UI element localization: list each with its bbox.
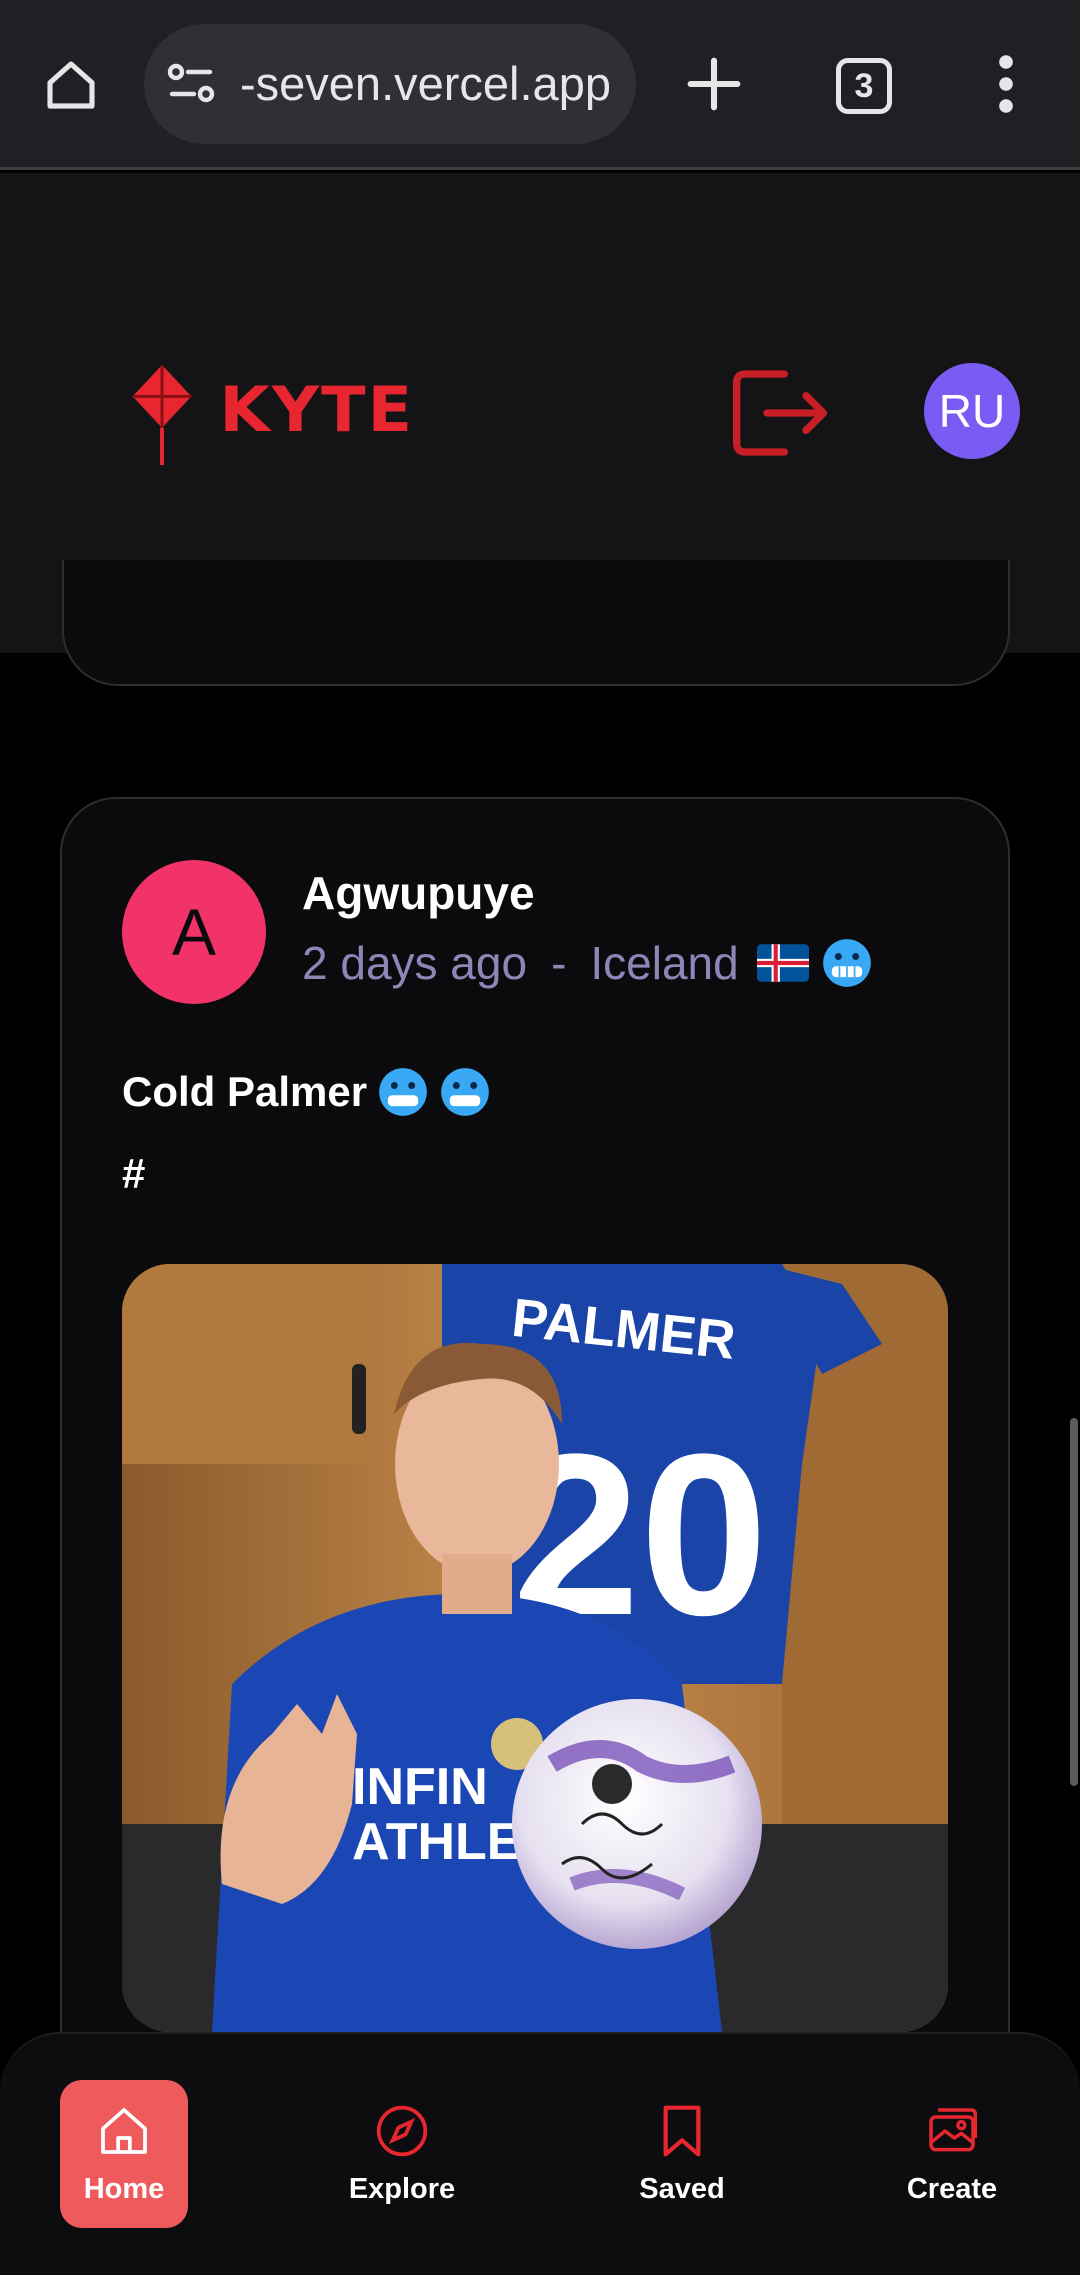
iceland-flag-icon (756, 944, 809, 982)
post-meta: 2 days ago - Iceland (302, 936, 873, 990)
cold-face-emoji-icon (379, 1068, 427, 1116)
nav-create[interactable]: Create (890, 2080, 1014, 2228)
nav-home-label: Home (83, 2172, 165, 2205)
post-photo: PALMER 20 INFIN ATHLE (122, 1264, 948, 2032)
post-hashtag[interactable]: # (122, 1150, 145, 1198)
previous-post-card (62, 560, 1010, 686)
cold-face-emoji-icon (441, 1068, 489, 1116)
browser-toolbar: -seven.vercel.app 3 (0, 0, 1080, 170)
new-tab-icon[interactable] (686, 56, 742, 112)
caption-text: Cold Palmer (122, 1068, 368, 1115)
nav-explore-label: Explore (348, 2172, 456, 2205)
url-text[interactable]: -seven.vercel.app (240, 52, 620, 116)
author-avatar[interactable]: A (122, 860, 266, 1004)
user-avatar[interactable]: RU (924, 363, 1020, 459)
address-bar[interactable]: -seven.vercel.app (144, 24, 636, 144)
logout-icon[interactable] (728, 361, 832, 465)
kite-logo-icon[interactable] (132, 365, 192, 467)
brand-name[interactable]: KYTE (219, 373, 414, 446)
post-time: 2 days ago (302, 937, 528, 989)
gallery-add-icon (929, 2107, 978, 2151)
meta-separator: - (551, 937, 567, 989)
home-icon (101, 2107, 147, 2154)
cold-face-emoji-icon (822, 939, 871, 987)
shirt-text-2: ATHLE (352, 1813, 521, 1871)
post-image[interactable]: PALMER 20 INFIN ATHLE (122, 1264, 948, 2032)
compass-icon (376, 2105, 428, 2156)
post-caption: Cold Palmer (122, 1066, 491, 1118)
post-location: Iceland (590, 937, 739, 989)
tab-count: 3 (854, 66, 874, 105)
more-options-icon[interactable] (996, 54, 1016, 114)
nav-home[interactable]: Home (60, 2080, 188, 2228)
nav-saved[interactable]: Saved (620, 2080, 744, 2228)
page-scrollbar[interactable] (1070, 1418, 1078, 1786)
nav-saved-label: Saved (639, 2172, 725, 2205)
browser-home-button[interactable] (38, 52, 104, 118)
home-icon (47, 61, 95, 109)
shirt-text-1: INFIN (352, 1758, 488, 1816)
site-settings-icon[interactable] (166, 60, 218, 108)
tab-switcher-button[interactable]: 3 (836, 58, 892, 114)
nav-explore[interactable]: Explore (340, 2080, 464, 2228)
author-name[interactable]: Agwupuye (302, 866, 535, 920)
bookmark-icon (663, 2105, 701, 2156)
nav-create-label: Create (906, 2172, 998, 2205)
